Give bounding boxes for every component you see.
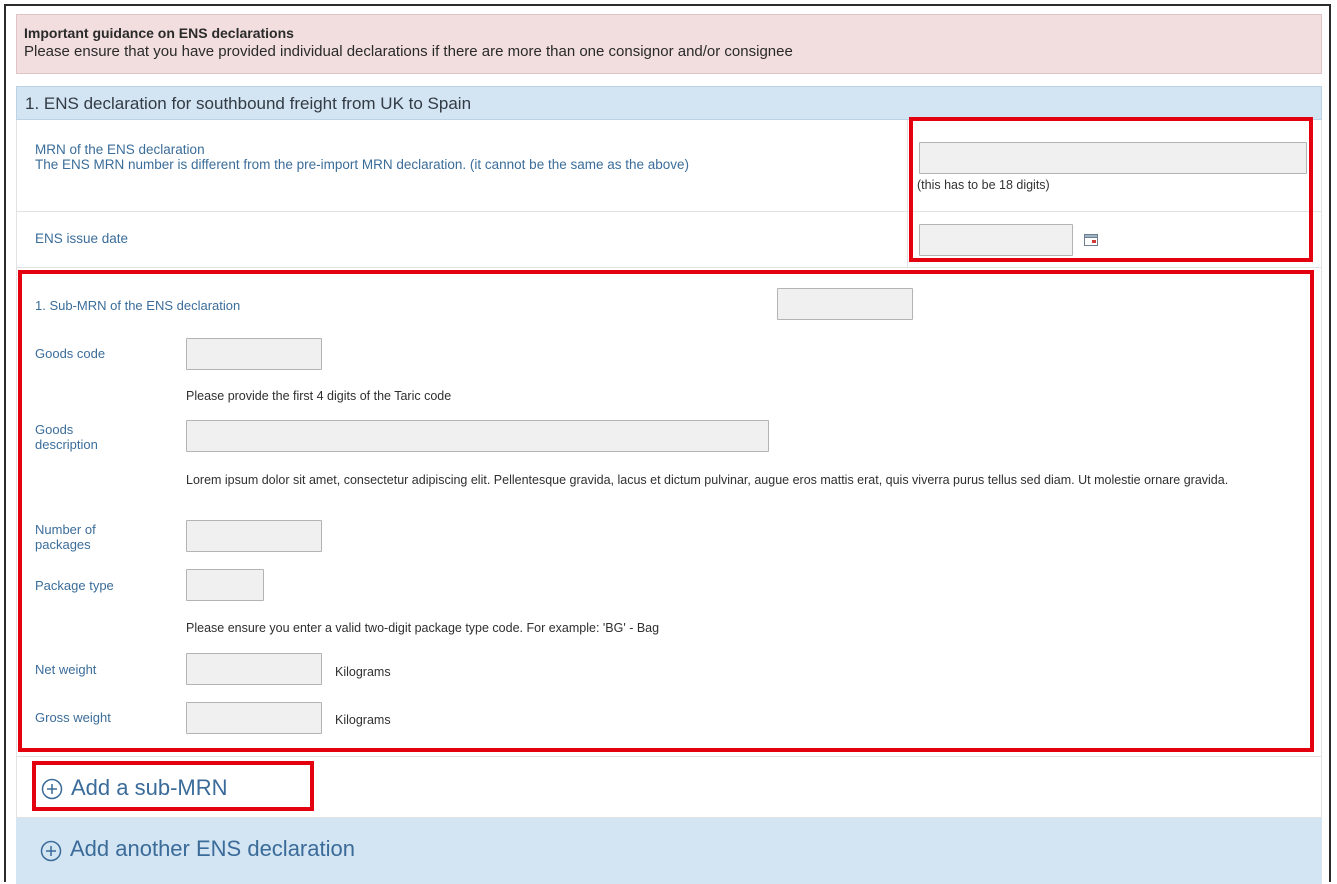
highlight-sub-mrn-box: [18, 270, 1314, 752]
add-another-ens-link[interactable]: Add another ENS declaration: [70, 836, 355, 862]
issue-date-label: ENS issue date: [35, 231, 129, 246]
guidance-title: Important guidance on ENS declarations: [24, 25, 294, 41]
add-ens-row: Add another ENS declaration: [16, 818, 1322, 884]
mrn-label-title: MRN of the ENS declaration: [35, 142, 205, 157]
column-divider: [907, 120, 908, 211]
section-title: 1. ENS declaration for southbound freigh…: [25, 94, 472, 113]
section-header: 1. ENS declaration for southbound freigh…: [16, 86, 1322, 120]
highlight-add-sub-mrn-box: [32, 761, 314, 811]
guidance-text: Please ensure that you have provided ind…: [24, 43, 793, 60]
column-divider: [907, 212, 908, 267]
mrn-label-description: The ENS MRN number is different from the…: [35, 157, 690, 172]
plus-circle-icon[interactable]: [40, 840, 62, 867]
guidance-banner: Important guidance on ENS declarations P…: [16, 14, 1322, 74]
mrn-label: MRN of the ENS declaration The ENS MRN n…: [35, 142, 875, 172]
highlight-mrn-date-box: [909, 117, 1313, 262]
